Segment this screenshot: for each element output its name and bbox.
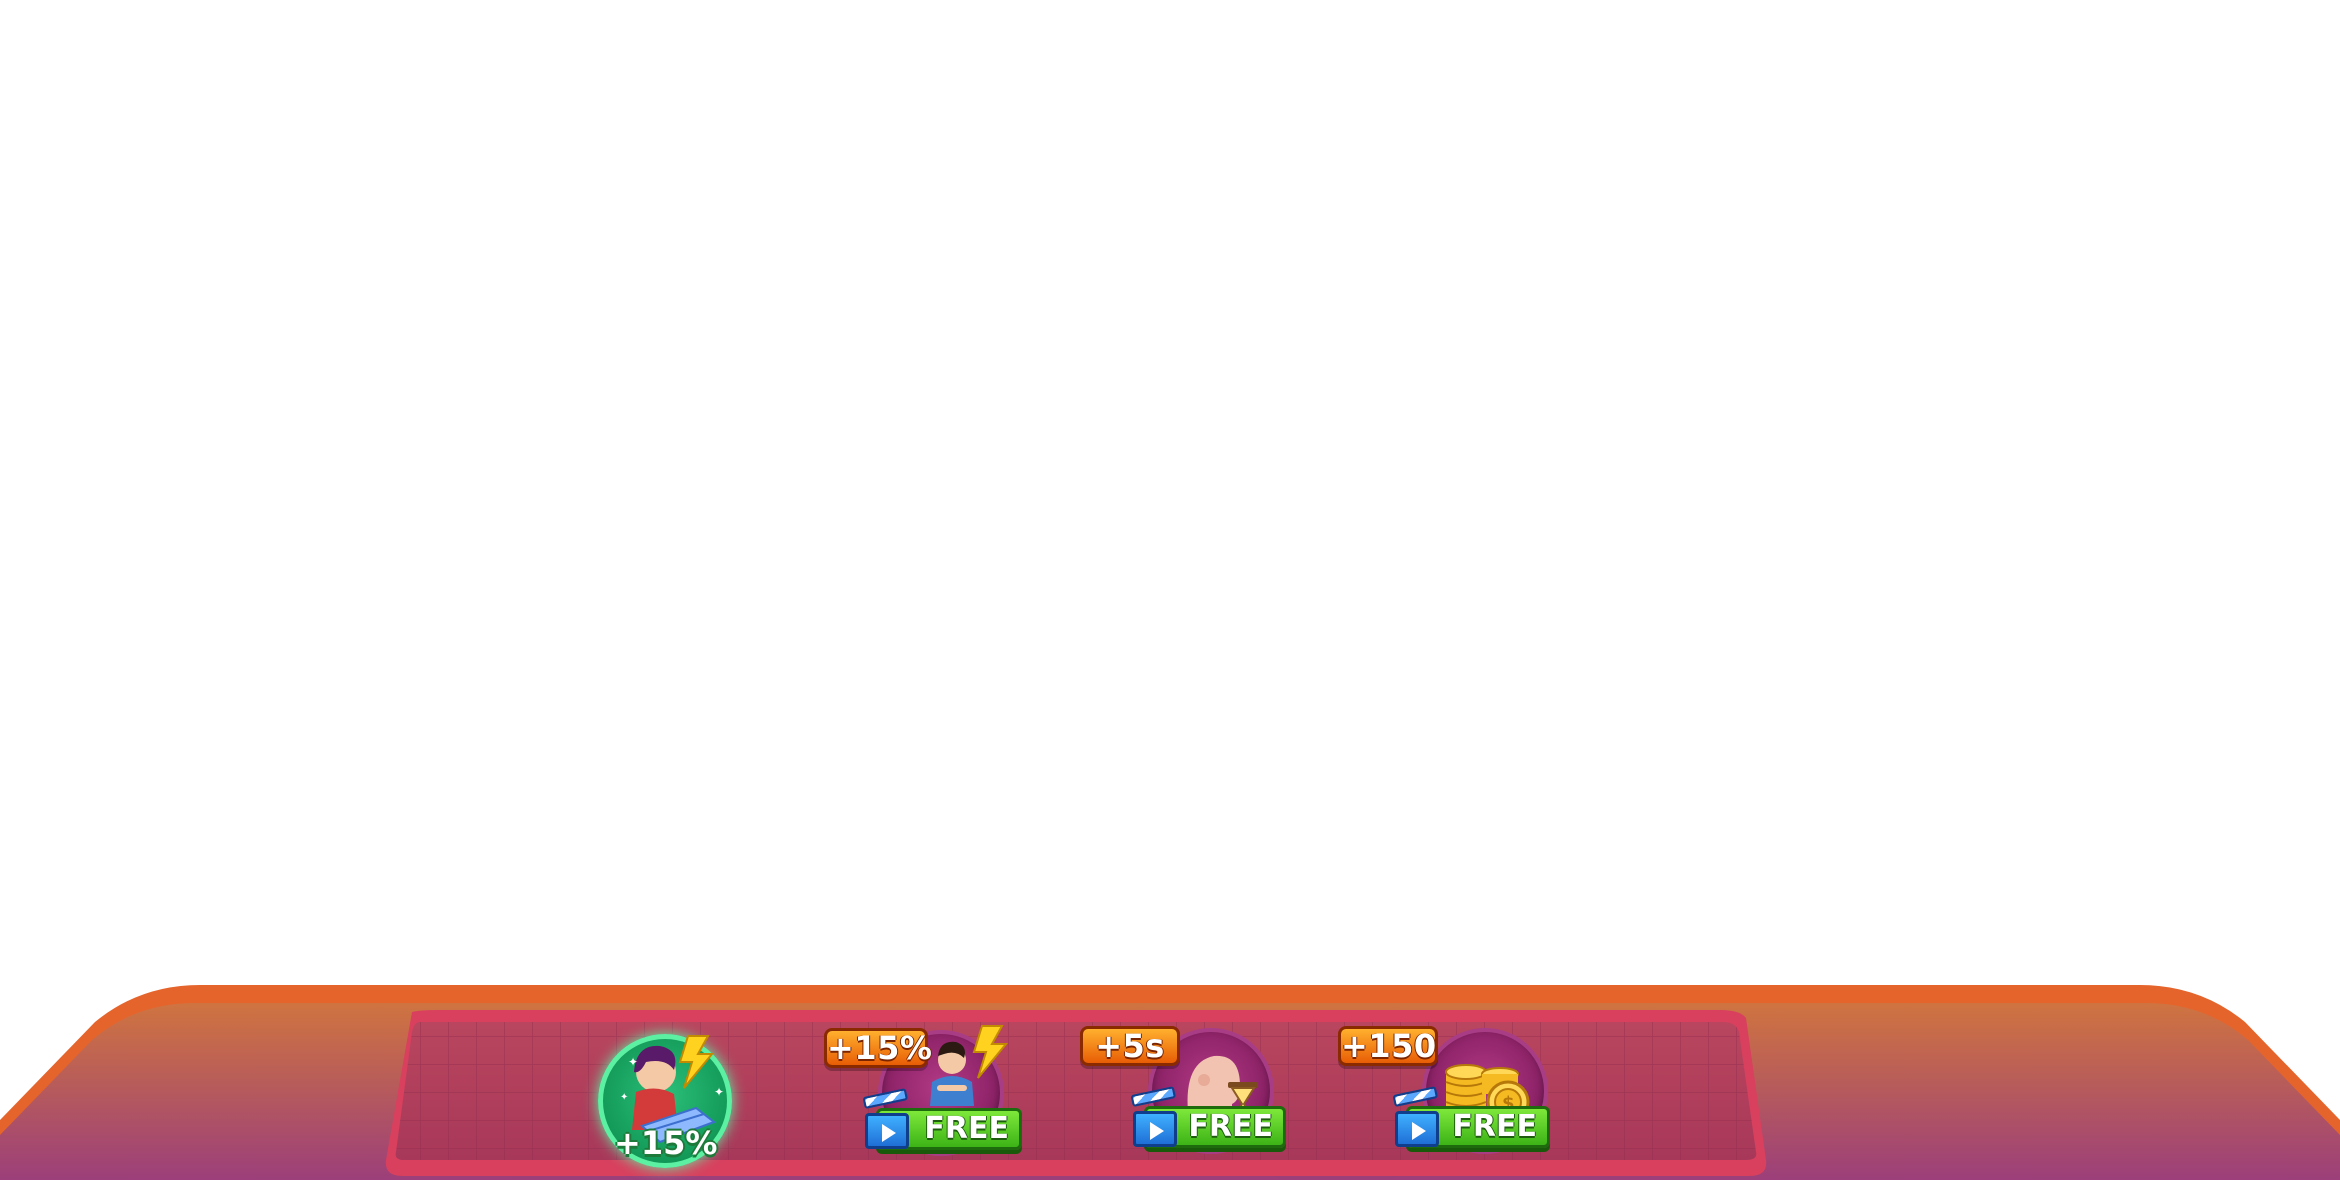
free-video-button[interactable]: FREE — [862, 1088, 1022, 1150]
free-button-label: FREE — [1452, 1109, 1537, 1144]
boost-value-text: +15% — [827, 1029, 933, 1067]
free-button-label: FREE — [924, 1111, 1009, 1146]
boost-value-text: +5s — [1095, 1027, 1165, 1065]
boost-value-badge: +15% — [824, 1028, 932, 1068]
coins-boost-offer[interactable]: $ +150 FREE — [1336, 1024, 1556, 1154]
boost-value-badge: +150 — [1338, 1026, 1438, 1066]
svg-text:✦: ✦ — [620, 1092, 628, 1103]
boost-value-badge: +5s — [1080, 1026, 1180, 1066]
play-video-icon — [1133, 1111, 1177, 1147]
free-video-button[interactable]: FREE — [1392, 1086, 1550, 1148]
game-screen: ✦ ✦ ✦ +15% +15% FREE +5s FREE $ +150 FRE… — [0, 0, 2340, 1180]
active-speed-boost[interactable]: ✦ ✦ ✦ +15% — [596, 1030, 736, 1170]
free-button-label: FREE — [1188, 1109, 1273, 1144]
free-video-button[interactable]: FREE — [1130, 1086, 1286, 1148]
svg-text:✦: ✦ — [628, 1055, 638, 1069]
patience-boost-offer[interactable]: +5s FREE — [1078, 1024, 1288, 1154]
svg-text:✦: ✦ — [714, 1085, 724, 1099]
active-boost-value: +15% — [614, 1124, 718, 1162]
boost-tray-frame — [0, 985, 2340, 1180]
boost-value-text: +150 — [1341, 1027, 1437, 1065]
play-video-icon — [1395, 1111, 1439, 1147]
chef-speed-boost-offer[interactable]: +15% FREE — [822, 1024, 1022, 1156]
play-video-icon — [865, 1113, 909, 1149]
